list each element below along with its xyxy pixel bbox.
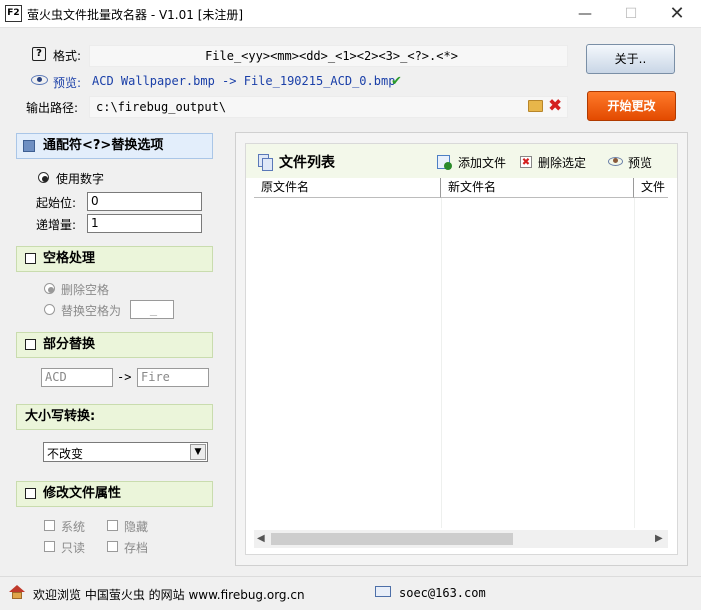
- wildcard-options-title: 通配符<?>替换选项: [43, 138, 164, 153]
- preview-value: ACD Wallpaper.bmp -> File_190215_ACD_0.b…: [92, 74, 396, 88]
- add-files-button[interactable]: 添加文件: [458, 154, 506, 171]
- email-link[interactable]: soec@163.com: [399, 586, 486, 600]
- partial-replace-title: 部分替换: [43, 337, 96, 352]
- replace-spaces-input[interactable]: _: [130, 300, 174, 319]
- archive-checkbox[interactable]: [107, 541, 118, 552]
- grid-line: [634, 198, 635, 528]
- clear-path-icon[interactable]: ✖: [548, 96, 562, 116]
- help-icon[interactable]: ?: [32, 47, 46, 61]
- status-bar: 欢迎浏览 中国萤火虫 的网站 www.firebug.org.cn soec@1…: [0, 576, 701, 610]
- spaces-header[interactable]: 空格处理: [16, 246, 213, 272]
- spaces-title: 空格处理: [43, 251, 96, 266]
- replace-arrow: ->: [117, 370, 132, 384]
- archive-label: 存档: [124, 541, 149, 555]
- preview-button[interactable]: 预览: [628, 154, 652, 171]
- use-numbers-label: 使用数字: [56, 172, 105, 186]
- website-link[interactable]: 欢迎浏览 中国萤火虫 的网站 www.firebug.org.cn: [33, 586, 305, 603]
- options-icon: [23, 140, 35, 152]
- increment-input[interactable]: 1: [87, 214, 202, 233]
- output-path-label: 输出路径:: [26, 101, 79, 115]
- spaces-checkbox[interactable]: [25, 253, 36, 264]
- replace-to-input[interactable]: Fire: [137, 368, 209, 387]
- mail-icon[interactable]: [375, 586, 391, 597]
- app-icon: F2: [5, 5, 22, 22]
- column-file[interactable]: 文件: [634, 178, 668, 198]
- case-select-value: 不改变: [47, 447, 84, 461]
- system-label: 系统: [61, 520, 86, 534]
- case-select[interactable]: 不改变 ▼: [43, 442, 208, 462]
- output-path-field[interactable]: c:\firebug_output\: [89, 96, 568, 118]
- file-attributes-title: 修改文件属性: [43, 486, 122, 501]
- file-list-area[interactable]: [245, 143, 678, 555]
- file-list-title: 文件列表: [279, 155, 335, 171]
- start-position-input[interactable]: 0: [87, 192, 202, 211]
- start-position-label: 起始位:: [36, 196, 77, 210]
- hidden-label: 隐藏: [124, 520, 149, 534]
- preview-label: 预览:: [53, 76, 82, 90]
- file-attributes-checkbox[interactable]: [25, 488, 36, 499]
- wildcard-options-header: 通配符<?>替换选项: [16, 133, 213, 159]
- grid-line: [441, 198, 442, 528]
- case-conversion-title: 大小写转换:: [25, 409, 96, 424]
- check-icon: ✔: [391, 74, 402, 89]
- system-checkbox[interactable]: [44, 520, 55, 531]
- partial-replace-header[interactable]: 部分替换: [16, 332, 213, 358]
- preview-eye-icon[interactable]: [608, 157, 623, 166]
- remove-selected-button[interactable]: 删除选定: [538, 154, 586, 171]
- format-field[interactable]: File_<yy><mm><dd>_<1><2><3>_<?>.<*>: [89, 45, 568, 67]
- maximize-button[interactable]: ☐: [608, 0, 654, 28]
- format-label: 格式:: [53, 49, 82, 63]
- title-bar[interactable]: F2 萤火虫文件批量改名器 - V1.01 [未注册] — ☐ ✕: [0, 0, 701, 28]
- horizontal-scrollbar[interactable]: ◀ ▶: [254, 530, 668, 548]
- eye-icon: [31, 75, 48, 85]
- increment-label: 递增量:: [36, 218, 77, 232]
- start-rename-button[interactable]: 开始更改: [587, 91, 676, 121]
- remove-spaces-label: 删除空格: [61, 283, 110, 297]
- remove-spaces-radio[interactable]: [44, 283, 55, 294]
- column-new-name[interactable]: 新文件名: [441, 178, 634, 198]
- about-button[interactable]: 关于..: [586, 44, 675, 74]
- partial-replace-checkbox[interactable]: [25, 339, 36, 350]
- close-button[interactable]: ✕: [654, 0, 700, 28]
- window-title: 萤火虫文件批量改名器 - V1.01 [未注册]: [27, 8, 244, 22]
- readonly-checkbox[interactable]: [44, 541, 55, 552]
- minimize-button[interactable]: —: [562, 0, 608, 28]
- replace-spaces-label: 替换空格为: [61, 304, 122, 318]
- case-conversion-header: 大小写转换:: [16, 404, 213, 430]
- remove-file-icon[interactable]: ✖: [520, 156, 532, 168]
- add-file-icon[interactable]: [437, 155, 452, 170]
- file-list-header: 文件列表 添加文件 ✖ 删除选定 预览: [246, 144, 677, 178]
- readonly-label: 只读: [61, 541, 86, 555]
- replace-from-input[interactable]: ACD: [41, 368, 113, 387]
- home-icon[interactable]: [9, 585, 25, 599]
- replace-spaces-radio[interactable]: [44, 304, 55, 315]
- chevron-down-icon[interactable]: ▼: [190, 444, 206, 460]
- file-attributes-header[interactable]: 修改文件属性: [16, 481, 213, 507]
- column-original-name[interactable]: 原文件名: [254, 178, 441, 198]
- scroll-left-icon[interactable]: ◀: [257, 533, 265, 544]
- scrollbar-thumb[interactable]: [271, 533, 513, 545]
- folder-icon[interactable]: [528, 100, 543, 112]
- use-numbers-radio[interactable]: [38, 172, 49, 183]
- hidden-checkbox[interactable]: [107, 520, 118, 531]
- scroll-right-icon[interactable]: ▶: [655, 533, 663, 544]
